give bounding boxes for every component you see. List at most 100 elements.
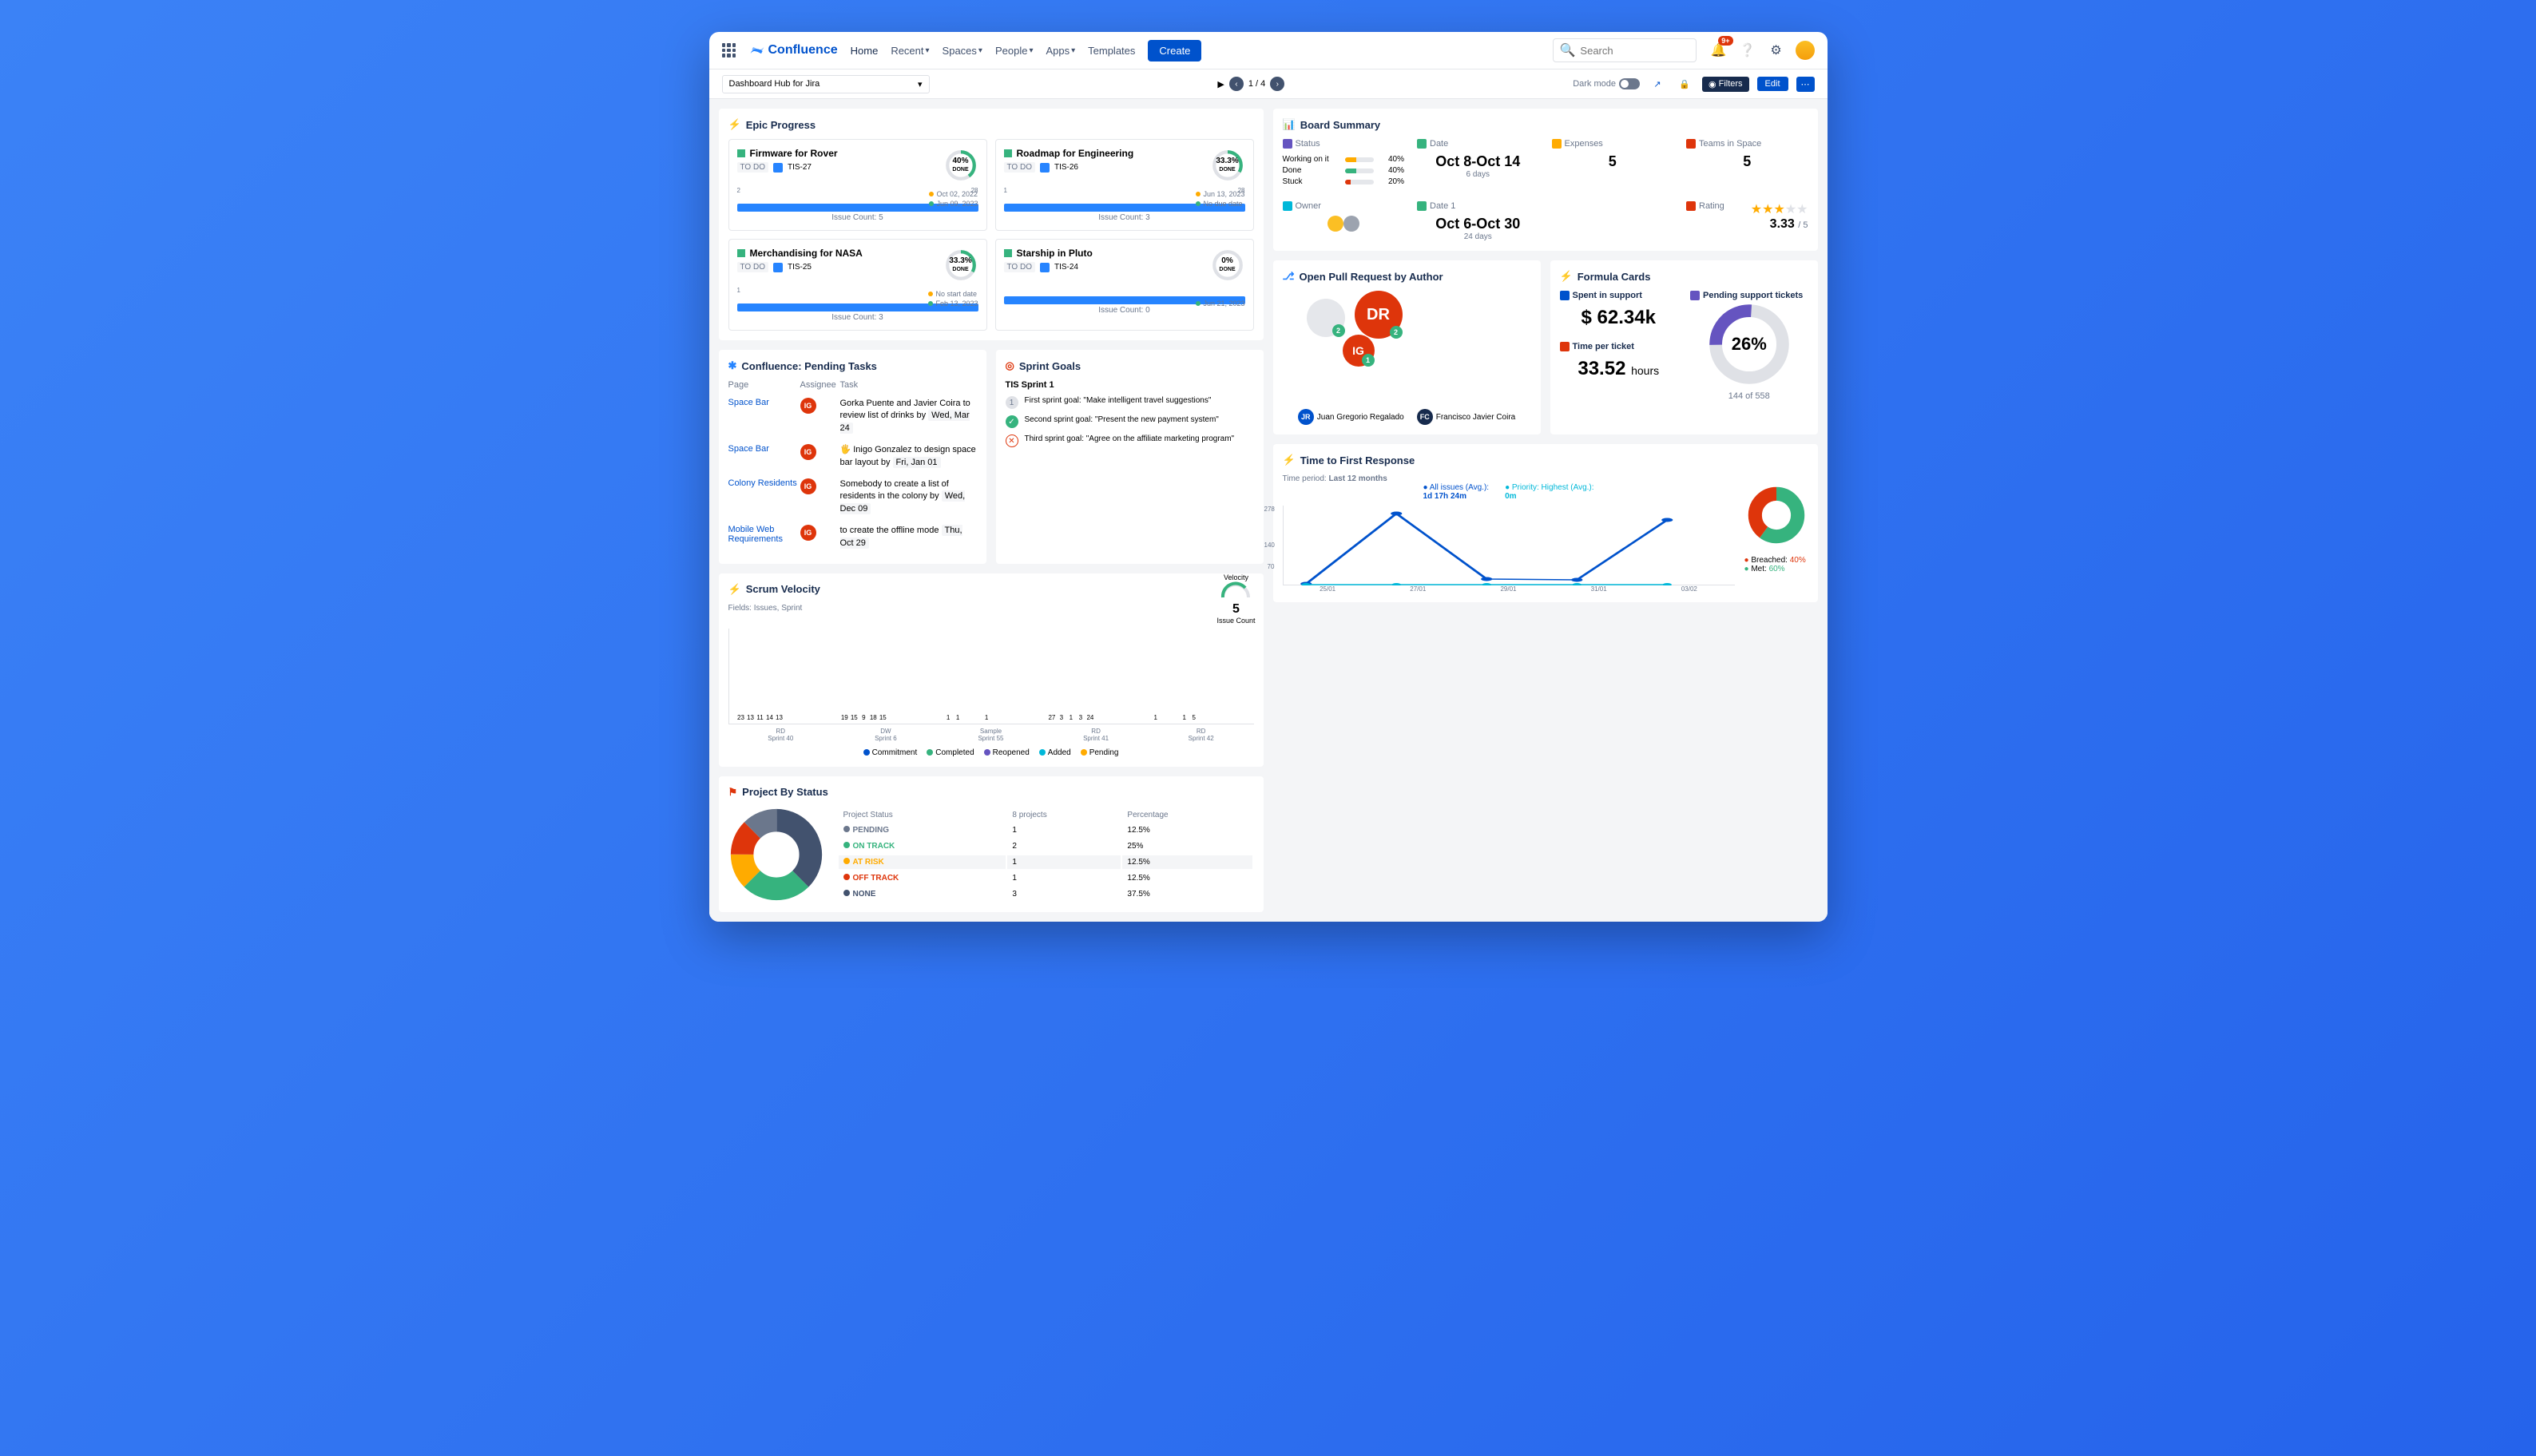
table-row[interactable]: AT RISK112.5% <box>839 855 1252 870</box>
rating-stars: ★★★★★ <box>1751 201 1808 217</box>
clock-icon <box>1560 342 1570 351</box>
legend-item[interactable]: Completed <box>927 748 974 757</box>
project-status-donut <box>728 807 824 903</box>
top-navigation: Confluence Home Recent▾ Spaces▾ People▾ … <box>709 32 1828 69</box>
help-icon: ❔ <box>1740 42 1756 58</box>
share-button[interactable]: ↗ <box>1648 74 1667 93</box>
lock-icon[interactable]: 🔒 <box>1675 74 1694 93</box>
nav-home[interactable]: Home <box>851 45 879 57</box>
nav-apps[interactable]: Apps▾ <box>1046 45 1075 57</box>
goal-row: ✓Second sprint goal: "Present the new pa… <box>1006 415 1254 428</box>
play-icon[interactable]: ▶ <box>1217 79 1224 89</box>
dot-icon: ● <box>1505 483 1510 492</box>
velocity-gauge: Velocity 5 Issue Count <box>1216 573 1255 625</box>
search-icon: 🔍 <box>1560 42 1576 58</box>
nav-templates[interactable]: Templates <box>1088 45 1135 57</box>
help-button[interactable]: ❔ <box>1738 41 1757 60</box>
search-box[interactable]: 🔍 <box>1553 38 1697 62</box>
chevron-down-icon: ▾ <box>1071 46 1075 55</box>
gear-icon: ⚙ <box>1770 42 1781 58</box>
status-row: Stuck20% <box>1283 177 1405 186</box>
formula-card: ⚡Formula Cards Spent in support $ 62.34k… <box>1550 260 1818 434</box>
epic-card[interactable]: Merchandising for NASA TO DOTIS-25 33.3%… <box>728 239 987 331</box>
epic-icon: ⚡ <box>728 118 741 131</box>
epic-card[interactable]: Firmware for Rover TO DOTIS-27 40%DONE 2… <box>728 139 987 231</box>
task-row[interactable]: Space BarIGGorka Puente and Javier Coira… <box>728 393 977 439</box>
confluence-icon: ✱ <box>728 359 737 372</box>
board-icon: 📊 <box>1283 118 1296 131</box>
legend-item[interactable]: Reopened <box>984 748 1030 757</box>
filters-button[interactable]: ◉ Filters <box>1702 77 1749 92</box>
pager: ▶ ‹ 1 / 4 › <box>1217 77 1284 91</box>
create-button[interactable]: Create <box>1148 40 1201 61</box>
nav-spaces[interactable]: Spaces▾ <box>943 45 982 57</box>
table-row[interactable]: ON TRACK225% <box>839 839 1252 854</box>
nav-people[interactable]: People▾ <box>995 45 1034 57</box>
flag-icon: ⚑ <box>728 786 738 799</box>
table-row[interactable]: NONE337.5% <box>839 887 1252 901</box>
nav-recent[interactable]: Recent▾ <box>891 45 929 57</box>
date-icon <box>1417 139 1427 149</box>
sub-navigation: Dashboard Hub for Jira ▾ ▶ ‹ 1 / 4 › Dar… <box>709 69 1828 99</box>
response-time-card: ⚡Time to First Response Time period: Las… <box>1273 444 1818 602</box>
settings-button[interactable]: ⚙ <box>1767 41 1786 60</box>
response-line-chart: 278 140 70 <box>1283 506 1735 585</box>
epic-progress-card: ⚡Epic Progress Firmware for Rover TO DOT… <box>719 109 1264 340</box>
goal-row: ✕Third sprint goal: "Agree on the affili… <box>1006 434 1254 447</box>
formula-icon: ⚡ <box>1560 270 1573 283</box>
status-row: Working on it40% <box>1283 155 1405 164</box>
chevron-down-icon: ▾ <box>978 46 982 55</box>
darkmode-toggle[interactable]: Dark mode <box>1573 78 1640 89</box>
pending-tasks-card: ✱Confluence: Pending Tasks Page Assignee… <box>719 350 986 564</box>
bolt-icon: ⚡ <box>1283 454 1296 466</box>
epic-card[interactable]: Starship in Pluto TO DOTIS-24 0%DONE Iss… <box>995 239 1254 331</box>
page-indicator: 1 / 4 <box>1248 79 1265 89</box>
status-icon <box>1283 139 1292 149</box>
nav-items: Home Recent▾ Spaces▾ People▾ Apps▾ Templ… <box>851 45 1136 57</box>
legend-item[interactable]: Commitment <box>863 748 918 757</box>
ticket-icon <box>1690 291 1700 300</box>
legend-item[interactable]: Added <box>1039 748 1071 757</box>
author-item: FCFrancisco Javier Coira <box>1417 409 1515 425</box>
chevron-down-icon: ▾ <box>1029 46 1033 55</box>
owner-icon <box>1283 201 1292 211</box>
product-name: Confluence <box>768 43 838 58</box>
project-status-card: ⚑Project By Status Project Status 8 proj… <box>719 776 1264 912</box>
task-row[interactable]: Space BarIG🖐 Inigo Gonzalez to design sp… <box>728 439 977 474</box>
pr-icon: ⎇ <box>1283 270 1295 283</box>
response-donut: ● Breached: 40% ● Met: 60% <box>1744 483 1808 593</box>
table-row[interactable]: PENDING112.5% <box>839 823 1252 838</box>
search-input[interactable] <box>1580 45 1689 57</box>
dot-icon: ● <box>1423 483 1427 492</box>
epic-card[interactable]: Roadmap for Engineering TO DOTIS-26 33.3… <box>995 139 1254 231</box>
notification-badge: 9+ <box>1718 36 1732 46</box>
confluence-logo[interactable]: Confluence <box>749 42 838 58</box>
status-row: Done40% <box>1283 166 1405 175</box>
next-page-button[interactable]: › <box>1270 77 1284 91</box>
user-avatar[interactable] <box>1796 41 1815 60</box>
sprint-goals-card: ◎Sprint Goals TIS Sprint 1 1First sprint… <box>996 350 1264 564</box>
legend-item[interactable]: Pending <box>1081 748 1119 757</box>
toggle-icon <box>1619 78 1640 89</box>
notifications-button[interactable]: 🔔 9+ <box>1709 41 1728 60</box>
more-button[interactable]: ⋯ <box>1796 77 1815 92</box>
app-switcher-icon[interactable] <box>722 43 736 58</box>
scrum-velocity-card: ⚡Scrum Velocity Fields: Issues, Sprint V… <box>719 573 1264 767</box>
chevron-down-icon: ▾ <box>918 79 923 89</box>
edit-button[interactable]: Edit <box>1757 77 1788 91</box>
board-summary-card: 📊Board Summary Status Working on it40%Do… <box>1273 109 1818 251</box>
table-row[interactable]: OFF TRACK112.5% <box>839 871 1252 885</box>
date1-icon <box>1417 201 1427 211</box>
dashboard-selector[interactable]: Dashboard Hub for Jira ▾ <box>722 75 930 93</box>
target-icon: ◎ <box>1006 359 1014 372</box>
author-item: JRJuan Gregorio Regalado <box>1298 409 1404 425</box>
pending-donut: 26% <box>1705 300 1793 388</box>
pull-requests-card: ⎇Open Pull Request by Author 2 DR2 IG1 J… <box>1273 260 1541 434</box>
sprint-name: TIS Sprint 1 <box>1006 380 1254 390</box>
money-icon <box>1560 291 1570 300</box>
prev-page-button[interactable]: ‹ <box>1229 77 1244 91</box>
task-row[interactable]: Mobile Web RequirementsIGto create the o… <box>728 520 977 554</box>
task-row[interactable]: Colony ResidentsIGSomebody to create a l… <box>728 474 977 520</box>
rating-icon <box>1686 201 1696 211</box>
chevron-down-icon: ▾ <box>926 46 930 55</box>
